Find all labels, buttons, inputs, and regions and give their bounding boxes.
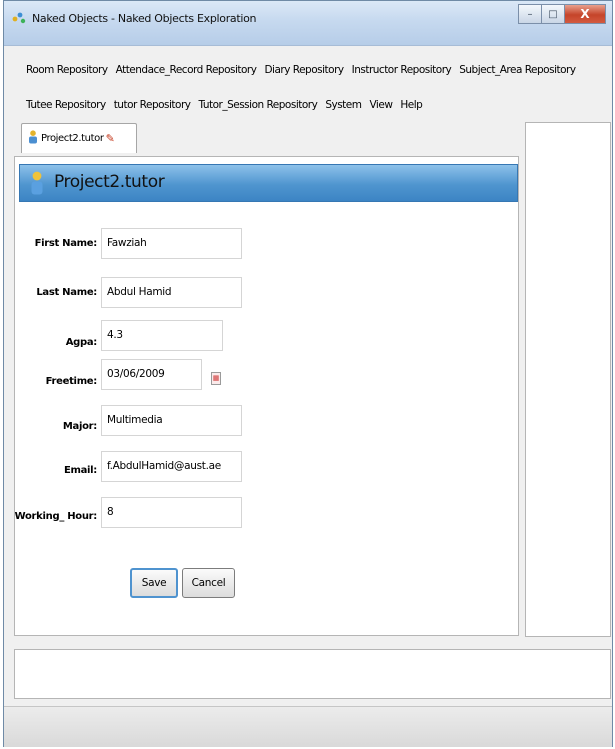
menu-tutor-session-repository[interactable]: Tutor_Session Repository <box>195 94 322 116</box>
title-bar[interactable]: Naked Objects - Naked Objects Exploratio… <box>4 1 612 46</box>
object-view-pane: Project2.tutor <box>14 156 519 636</box>
pencil-icon: ✎ <box>105 132 115 145</box>
window-title: Naked Objects - Naked Objects Exploratio… <box>32 12 257 25</box>
menu-subject-area-repository[interactable]: Subject_Area Repository <box>455 59 579 81</box>
email-field[interactable]: f.AbdulHamid@aust.ae <box>101 451 242 482</box>
save-button-label: Save <box>141 577 167 589</box>
last-name-label: Last Name: <box>36 287 97 298</box>
maximize-button[interactable]: □ <box>541 4 565 24</box>
close-icon: X <box>580 7 590 21</box>
menu-help[interactable]: Help <box>396 94 426 116</box>
menu-system[interactable]: System <box>321 94 365 116</box>
side-pane <box>525 122 611 637</box>
first-name-field[interactable]: Fawziah <box>101 228 242 259</box>
save-button[interactable]: Save <box>130 568 178 598</box>
menu-tutee-repository[interactable]: Tutee Repository <box>22 94 110 116</box>
working-hour-field[interactable]: 8 <box>101 497 242 528</box>
menu-tutor-repository[interactable]: tutor Repository <box>110 94 195 116</box>
agpa-field[interactable]: 4.3 <box>101 320 223 351</box>
first-name-label: First Name: <box>34 238 98 249</box>
cancel-button-label: Cancel <box>191 577 226 589</box>
working-hour-label: Working_ Hour: <box>14 511 98 522</box>
menu-row-1: Room Repository Attendace_Record Reposito… <box>22 59 580 81</box>
last-name-field[interactable]: Abdul Hamid <box>101 277 242 308</box>
menu-room-repository[interactable]: Room Repository <box>22 59 112 81</box>
menu-attendance-record-repository[interactable]: Attendace_Record Repository <box>112 59 261 81</box>
cancel-button[interactable]: Cancel <box>182 568 235 598</box>
naked-objects-icon <box>11 10 27 26</box>
major-label: Major: <box>62 421 97 432</box>
person-icon <box>30 171 44 198</box>
menu-row-2: Tutee Repository tutor Repository Tutor_Se… <box>22 94 426 116</box>
window-controls: – □ X <box>518 4 606 26</box>
menu-view[interactable]: View <box>365 94 396 116</box>
freetime-field[interactable]: 03/06/2009 <box>101 359 202 390</box>
close-button[interactable]: X <box>564 4 606 24</box>
agpa-label: Agpa: <box>65 337 98 348</box>
status-pane <box>14 649 611 699</box>
status-bar <box>4 706 612 747</box>
menu-instructor-repository[interactable]: Instructor Repository <box>348 59 456 81</box>
maximize-icon: □ <box>548 8 558 20</box>
tab-project2-tutor[interactable]: Project2.tutor ✎ <box>21 123 137 153</box>
email-label: Email: <box>63 465 97 476</box>
minimize-icon: – <box>527 8 533 20</box>
app-window: Naked Objects - Naked Objects Exploratio… <box>3 0 613 747</box>
object-header: Project2.tutor <box>19 164 518 202</box>
minimize-button[interactable]: – <box>518 4 542 24</box>
tab-label: Project2.tutor <box>41 133 104 144</box>
object-title: Project2.tutor <box>54 172 165 192</box>
menu-bar: Room Repository Attendace_Record Reposito… <box>4 46 612 122</box>
menu-diary-repository[interactable]: Diary Repository <box>260 59 347 81</box>
major-field[interactable]: Multimedia <box>101 405 242 436</box>
calendar-icon[interactable]: ▦ <box>211 372 221 385</box>
person-icon <box>28 130 38 147</box>
freetime-label: Freetime: <box>45 376 98 387</box>
